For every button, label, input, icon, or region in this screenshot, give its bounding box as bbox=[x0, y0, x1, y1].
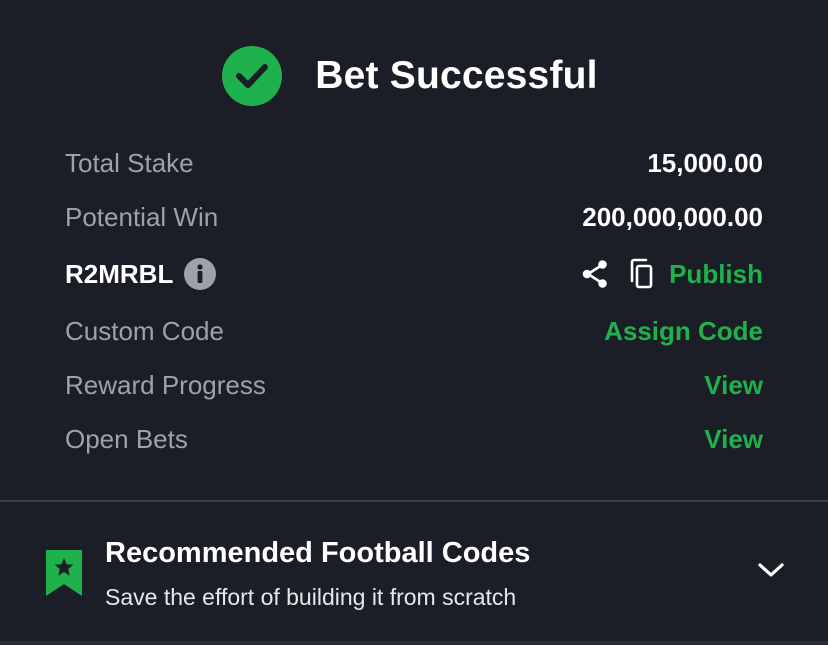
reward-progress-row: Reward Progress View bbox=[65, 358, 763, 412]
share-icon[interactable] bbox=[580, 259, 610, 289]
recommended-title: Recommended Football Codes bbox=[105, 537, 531, 569]
open-bets-label: Open Bets bbox=[65, 423, 188, 454]
potential-win-value: 200,000,000.00 bbox=[582, 201, 763, 232]
reward-progress-view-button[interactable]: View bbox=[704, 370, 763, 401]
check-circle-icon bbox=[222, 46, 283, 106]
total-stake-row: Total Stake 15,000.00 bbox=[65, 136, 763, 190]
reward-progress-label: Reward Progress bbox=[65, 369, 266, 400]
custom-code-label: Custom Code bbox=[65, 315, 224, 346]
booking-code-row: R2MRBL Publish bbox=[65, 244, 763, 304]
potential-win-row: Potential Win 200,000,000.00 bbox=[65, 190, 763, 244]
copy-icon[interactable] bbox=[627, 258, 655, 290]
total-stake-label: Total Stake bbox=[65, 147, 194, 178]
booking-code-text: R2MRBL bbox=[65, 258, 174, 289]
custom-code-row: Custom Code Assign Code bbox=[65, 304, 763, 358]
bottom-border bbox=[0, 641, 828, 645]
recommended-codes-section[interactable]: Recommended Football Codes Save the effo… bbox=[0, 502, 828, 642]
info-icon[interactable] bbox=[184, 258, 217, 290]
total-stake-value: 15,000.00 bbox=[647, 147, 763, 178]
bet-details: Total Stake 15,000.00 Potential Win 200,… bbox=[65, 136, 763, 466]
bookmark-star-icon bbox=[44, 548, 84, 603]
recommended-subtitle: Save the effort of building it from scra… bbox=[105, 584, 517, 610]
success-header: Bet Successful bbox=[0, 46, 828, 106]
chevron-down-icon[interactable] bbox=[756, 560, 786, 585]
open-bets-view-button[interactable]: View bbox=[704, 424, 763, 455]
bet-success-panel: Bet Successful Total Stake 15,000.00 Pot… bbox=[0, 0, 828, 645]
assign-code-button[interactable]: Assign Code bbox=[604, 316, 763, 347]
page-title: Bet Successful bbox=[315, 54, 598, 97]
open-bets-row: Open Bets View bbox=[65, 412, 763, 466]
publish-button[interactable]: Publish bbox=[669, 259, 763, 290]
booking-code: R2MRBL bbox=[65, 258, 217, 290]
potential-win-label: Potential Win bbox=[65, 201, 219, 232]
booking-code-actions: Publish bbox=[580, 258, 763, 290]
